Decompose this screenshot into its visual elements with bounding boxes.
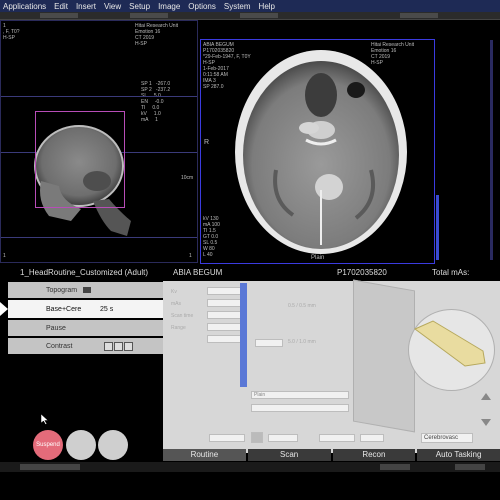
scout-corner-label: 1 — [189, 253, 192, 259]
recon-note: 5.0 / 1.0 mm — [288, 339, 316, 345]
round-button-3[interactable] — [98, 430, 128, 460]
round-button-2[interactable] — [66, 430, 96, 460]
status-segment — [20, 464, 80, 470]
right-side-panel — [436, 20, 500, 263]
protocol-row: 1_HeadRoutine_Customized (Adult) ABIA BE… — [0, 265, 500, 279]
param-field[interactable] — [207, 335, 243, 343]
param-label: mAs — [171, 301, 181, 307]
protocol-step-list: Topogram Base+Cere 25 s Pause Contrast — [0, 282, 163, 356]
scan-range-box[interactable] — [35, 111, 125, 208]
status-segment — [380, 464, 410, 470]
param-field[interactable] — [207, 287, 243, 295]
scout-viewer[interactable]: 1 , F, T0? H-SP Hitai Research Unit Emot… — [0, 20, 198, 263]
param-field[interactable] — [255, 339, 283, 347]
menu-applications[interactable]: Applications — [3, 2, 46, 11]
param-field[interactable] — [207, 311, 243, 319]
toolbar — [0, 12, 500, 20]
menu-bar: Applications Edit Insert View Setup Imag… — [0, 0, 500, 12]
step-base-cere[interactable]: Base+Cere 25 s — [0, 300, 163, 318]
axial-ct-image — [235, 50, 407, 254]
patient-id: P1702035820 — [337, 267, 387, 277]
step-time: 25 s — [100, 305, 114, 313]
toolbar-segment[interactable] — [400, 13, 438, 18]
menu-setup[interactable]: Setup — [129, 2, 150, 11]
mouse-cursor-icon — [41, 414, 49, 425]
param-field[interactable] — [268, 434, 298, 442]
suspend-label: Suspend — [36, 442, 60, 448]
move-up-icon[interactable] — [481, 393, 491, 400]
scan-parameter-panel: Kv mAs Scan time Range 0.5 / 0.5 mm 5.0 … — [163, 279, 500, 453]
param-field[interactable] — [360, 434, 384, 442]
window-level-bar[interactable] — [436, 195, 439, 260]
status-segment — [455, 464, 485, 470]
contrast-checkboxes[interactable] — [104, 342, 133, 351]
step-label: Pause — [46, 324, 66, 332]
axial-plain-label: Plain — [311, 255, 325, 261]
step-topogram[interactable]: Topogram — [8, 282, 163, 298]
step-pause[interactable]: Pause — [8, 320, 163, 336]
move-down-icon[interactable] — [481, 419, 491, 426]
step-contrast[interactable]: Contrast — [8, 338, 163, 354]
apply-button[interactable] — [251, 432, 263, 443]
menu-system[interactable]: System — [224, 2, 251, 11]
slice-note: 0.5 / 0.5 mm — [288, 303, 316, 309]
current-step-arrow-icon — [0, 302, 8, 316]
step-label: Topogram — [46, 286, 78, 294]
param-label: Scan time — [171, 313, 194, 319]
tab-scan[interactable]: Scan — [247, 449, 331, 461]
tab-recon[interactable]: Recon — [332, 449, 416, 461]
param-field[interactable] — [209, 434, 245, 442]
menu-image[interactable]: Image — [158, 2, 180, 11]
parameter-column-highlight — [240, 283, 247, 387]
suspend-button[interactable]: Suspend — [33, 430, 63, 460]
scout-corner-label: 1 — [3, 253, 6, 259]
param-field[interactable] — [207, 299, 243, 307]
series-description-value: Plain — [254, 392, 266, 398]
menu-view[interactable]: View — [104, 2, 121, 11]
axial-viewer[interactable]: ABIA BEGUM P1702035820 *29-Feb-1947, F, … — [200, 39, 435, 264]
step-label: Base+Cere — [46, 305, 82, 313]
toolbar-segment[interactable] — [130, 13, 168, 18]
status-bar — [0, 462, 500, 472]
toolbar-segment[interactable] — [40, 13, 78, 18]
protocol-name: 1_HeadRoutine_Customized (Adult) — [20, 267, 149, 277]
kernel-value: Cerebrovasc — [424, 435, 459, 441]
menu-options[interactable]: Options — [188, 2, 216, 11]
kernel-dropdown[interactable]: Cerebrovasc — [421, 433, 473, 443]
param-field[interactable] — [251, 404, 349, 412]
tab-bar: Routine Scan Recon Auto Tasking — [163, 449, 500, 461]
tab-routine[interactable]: Routine — [163, 449, 246, 461]
scout-scale-label: 10cm — [181, 175, 194, 181]
step-label: Contrast — [46, 342, 73, 350]
gantry-preview — [353, 279, 415, 433]
tab-auto-tasking[interactable]: Auto Tasking — [417, 449, 500, 461]
patient-name: ABIA BEGUM — [173, 267, 223, 277]
total-mas-label: Total mAs: — [432, 267, 470, 277]
menu-help[interactable]: Help — [259, 2, 275, 11]
patient-icon — [414, 320, 486, 367]
param-label: Range — [171, 325, 186, 331]
menu-insert[interactable]: Insert — [76, 2, 96, 11]
param-field[interactable] — [319, 434, 355, 442]
topogram-icon — [83, 287, 92, 293]
axial-overlay-bottom: kV 130 mA 100 TI 1.5 GT 0.0 SL 0.5 W 80 … — [203, 216, 220, 258]
scroll-bar[interactable] — [490, 40, 493, 260]
toolbar-segment[interactable] — [240, 13, 278, 18]
axial-side-marker: R — [204, 139, 210, 146]
param-label: Kv — [171, 289, 177, 295]
menu-edit[interactable]: Edit — [54, 2, 68, 11]
param-field[interactable] — [207, 323, 243, 331]
series-description-field[interactable]: Plain — [251, 391, 349, 399]
